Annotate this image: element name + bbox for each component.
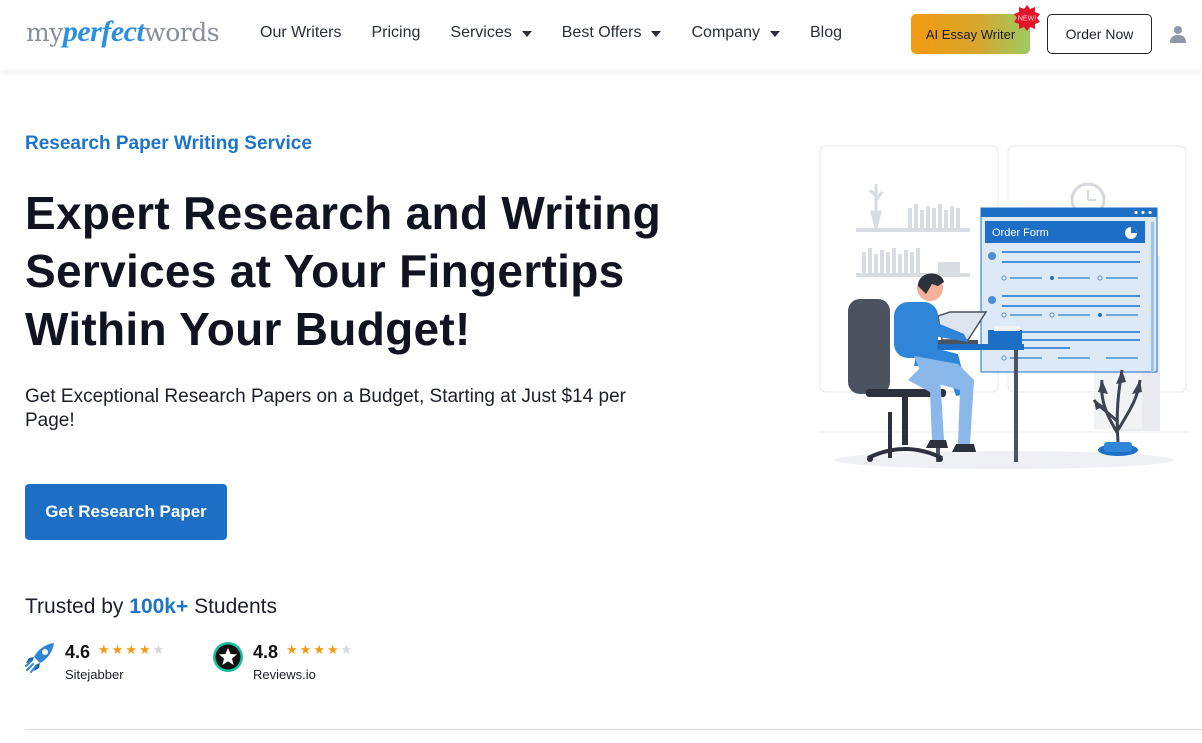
star-rating-icon: ★★★★★	[286, 642, 355, 657]
rating-reviews-io[interactable]: 4.8 ★★★★★ Reviews.io	[212, 640, 354, 682]
headline-line-3: Within Your Budget!	[25, 303, 471, 355]
nav-label: Our Writers	[260, 24, 342, 41]
chevron-down-icon	[521, 31, 532, 37]
trusted-prefix: Trusted by	[25, 595, 130, 618]
rating-source: Sitejabber	[65, 667, 124, 682]
nav-label: Blog	[809, 24, 842, 41]
site-logo[interactable]: myperfectwords	[26, 15, 220, 49]
headline-line-2: Services at Your Fingertips	[25, 245, 625, 297]
cta-label: Get Research Paper	[45, 502, 207, 521]
nav-item-services[interactable]: Services	[450, 22, 532, 44]
user-icon[interactable]	[1169, 25, 1187, 43]
new-badge-text: NEW!	[1018, 16, 1036, 23]
nav-item-company[interactable]: Company	[691, 22, 780, 44]
headline-line-1: Expert Research and Writing	[25, 187, 662, 239]
new-badge: NEW!	[1014, 5, 1040, 31]
nav-label: Pricing	[371, 24, 421, 41]
get-research-paper-button[interactable]: Get Research Paper	[25, 484, 227, 540]
illustration-form-title: Order Form	[992, 227, 1049, 239]
order-form-illustration: Order Form	[819, 145, 1188, 469]
nav-label: Company	[691, 24, 760, 41]
rating-source: Reviews.io	[253, 667, 316, 682]
nav-item-our-writers[interactable]: Our Writers	[260, 22, 341, 44]
logo-my: my	[26, 18, 63, 47]
hero-eyebrow: Research Paper Writing Service	[25, 133, 312, 154]
hero-subtext: Get Exceptional Research Papers on a Bud…	[25, 386, 626, 431]
rating-sitejabber[interactable]: 4.6 ★★★★★ Sitejabber	[24, 640, 166, 682]
star-rating-icon: ★★★★★	[98, 642, 167, 657]
trusted-suffix: Students	[188, 595, 277, 618]
trusted-by-text: Trusted by 100k+ Students	[25, 595, 277, 619]
logo-words: words	[144, 18, 220, 47]
hero-headline: Expert Research and Writing Services at …	[25, 184, 665, 358]
main-nav: Our Writers Pricing Services Best Offers…	[260, 22, 872, 44]
nav-label: Best Offers	[561, 24, 642, 41]
chevron-down-icon	[651, 31, 662, 37]
order-now-label: Order Now	[1065, 26, 1134, 42]
trusted-count: 100k+	[129, 595, 189, 618]
rating-score: 4.8	[253, 641, 279, 662]
sitejabber-rocket-icon	[25, 643, 54, 673]
reviews-io-star-icon	[213, 642, 243, 672]
chevron-down-icon	[769, 31, 780, 37]
logo-perfect: perfect	[62, 15, 145, 48]
site-header: myperfectwords Our Writers Pricing Servi…	[0, 0, 1202, 70]
nav-label: Services	[450, 24, 512, 41]
nav-item-best-offers[interactable]: Best Offers	[562, 22, 662, 44]
rating-score: 4.6	[65, 641, 91, 662]
ai-essay-writer-label: AI Essay Writer	[925, 26, 1016, 42]
nav-item-blog[interactable]: Blog	[810, 22, 842, 44]
nav-item-pricing[interactable]: Pricing	[371, 22, 420, 44]
order-now-button[interactable]: Order Now	[1047, 14, 1152, 54]
section-divider	[25, 729, 1202, 730]
